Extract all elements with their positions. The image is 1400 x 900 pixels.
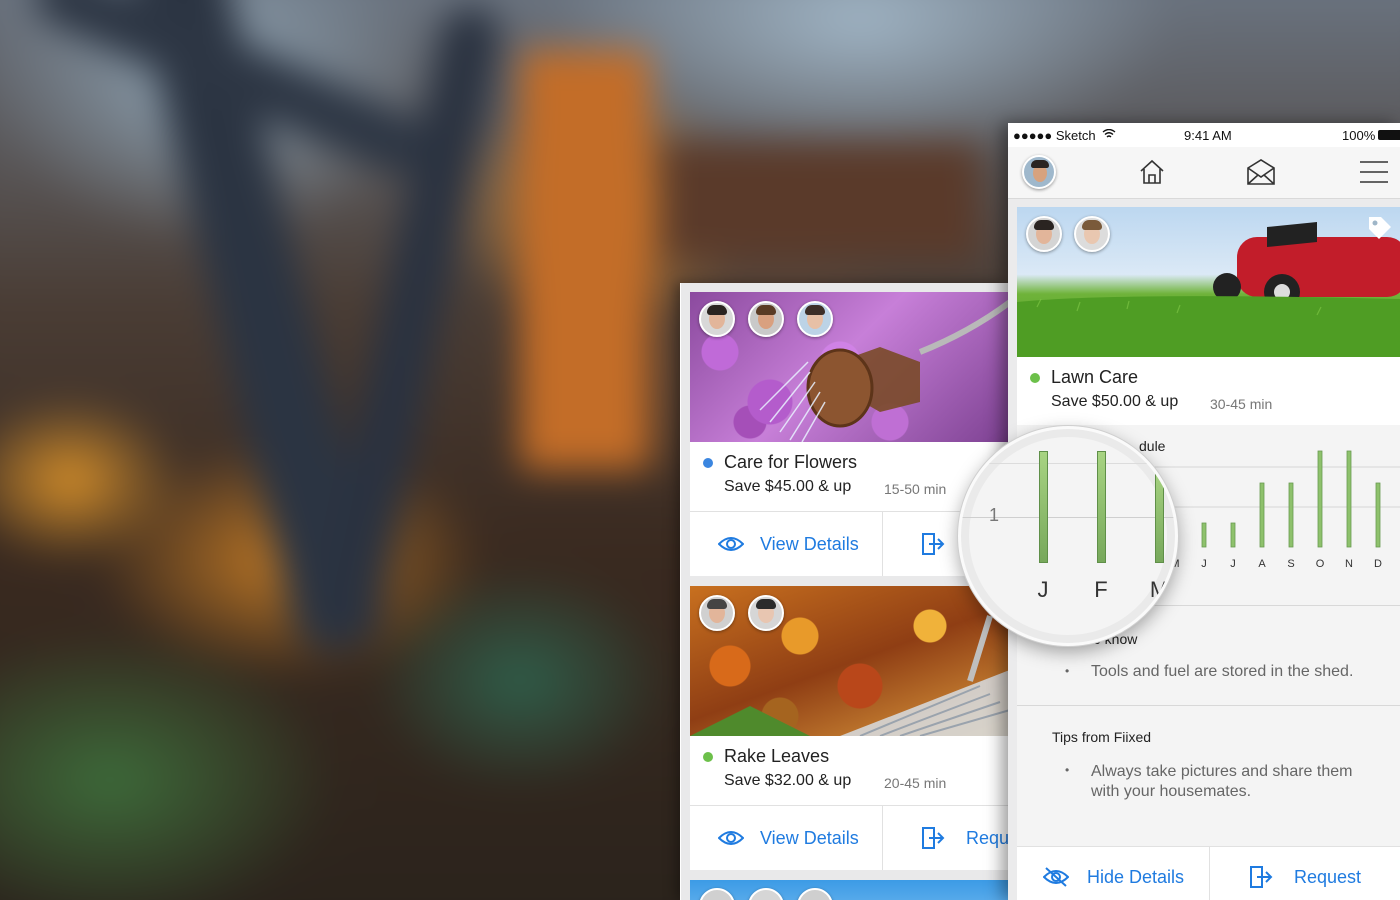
request-button[interactable]: Requ bbox=[920, 806, 1008, 870]
magnified-bars: JFM bbox=[961, 429, 1175, 643]
magnified-bar-1 bbox=[1097, 451, 1106, 563]
status-dot bbox=[1030, 373, 1040, 383]
hide-details-button[interactable]: Hide Details bbox=[1043, 847, 1184, 900]
avatar[interactable] bbox=[797, 301, 833, 337]
request-button[interactable]: Request bbox=[1248, 847, 1361, 900]
avatar[interactable] bbox=[699, 888, 735, 900]
battery-icon bbox=[1378, 130, 1400, 140]
card-actions: View Details Requ bbox=[690, 805, 1008, 870]
profile-avatar[interactable] bbox=[1022, 155, 1056, 189]
magnified-month-label: J bbox=[1037, 577, 1049, 602]
divider bbox=[882, 806, 883, 870]
status-dot bbox=[703, 752, 713, 762]
view-details-label: View Details bbox=[760, 533, 859, 554]
clock: 9:41 AM bbox=[1184, 128, 1232, 143]
menu-icon[interactable] bbox=[1360, 161, 1388, 183]
magnified-month-label: F bbox=[1094, 577, 1108, 602]
magnified-month-label: M bbox=[1149, 577, 1169, 602]
detail-actions: Hide Details Request bbox=[1017, 846, 1400, 900]
hide-details-label: Hide Details bbox=[1087, 866, 1185, 887]
month-label: A bbox=[1258, 558, 1266, 570]
battery-percent: 100% bbox=[1342, 128, 1376, 143]
avatar[interactable] bbox=[748, 301, 784, 337]
task-title: Care for Flowers bbox=[724, 452, 858, 472]
request-icon bbox=[922, 533, 945, 555]
month-label: S bbox=[1287, 558, 1294, 570]
avatar[interactable] bbox=[1026, 216, 1062, 252]
magnified-bar-0 bbox=[1039, 451, 1048, 563]
view-details-button[interactable]: View Details bbox=[718, 512, 859, 576]
divider bbox=[1017, 705, 1400, 706]
month-label: N bbox=[1345, 558, 1353, 570]
tips-title: Tips from Fiixed bbox=[1052, 729, 1152, 745]
task-duration: 15-50 min bbox=[884, 481, 947, 497]
task-title: Lawn Care bbox=[1051, 367, 1139, 387]
month-label: J bbox=[1201, 558, 1207, 570]
chart-magnifier: 1 JFM bbox=[958, 426, 1178, 646]
task-duration: 20-45 min bbox=[884, 775, 947, 791]
avatar[interactable] bbox=[797, 888, 833, 900]
watering-can-illustration bbox=[759, 299, 1008, 442]
status-bar: ●●●●● Sketch 9:41 AM 100% bbox=[1008, 123, 1400, 147]
chart-bar-7 bbox=[1259, 482, 1265, 548]
lawn-photo bbox=[1017, 207, 1400, 357]
carrier-label: ●●●●● Sketch bbox=[1013, 128, 1096, 143]
avatar[interactable] bbox=[748, 888, 784, 900]
task-title: Rake Leaves bbox=[724, 746, 830, 766]
wifi-icon bbox=[1102, 129, 1116, 138]
avatar[interactable] bbox=[699, 301, 735, 337]
tips-item: Always take pictures and share them with… bbox=[1091, 763, 1353, 800]
chart-bar-6 bbox=[1230, 522, 1236, 548]
avatar[interactable] bbox=[699, 595, 735, 631]
divider bbox=[1209, 847, 1210, 900]
task-duration: 30-45 min bbox=[1210, 396, 1273, 412]
month-label: D bbox=[1374, 558, 1382, 570]
task-list-screen: Care for Flowers Save $45.00 & up 15-50 … bbox=[680, 283, 1008, 900]
request-button[interactable] bbox=[920, 512, 946, 576]
chart-bar-9 bbox=[1317, 450, 1323, 548]
task-price: Save $45.00 & up bbox=[724, 478, 852, 495]
eye-icon bbox=[718, 537, 744, 551]
month-label: J bbox=[1230, 558, 1236, 570]
request-label: Request bbox=[1294, 866, 1362, 887]
task-price: Save $50.00 & up bbox=[1051, 393, 1179, 410]
magnified-bar-2 bbox=[1155, 465, 1164, 563]
nav-bar bbox=[1008, 147, 1400, 199]
tag-icon[interactable] bbox=[1367, 215, 1393, 241]
divider bbox=[882, 512, 883, 576]
avatar[interactable] bbox=[748, 595, 784, 631]
eye-icon bbox=[718, 831, 744, 845]
mail-icon[interactable] bbox=[1246, 158, 1276, 186]
chart-bar-10 bbox=[1346, 450, 1352, 548]
request-icon bbox=[1250, 866, 1273, 888]
month-label: O bbox=[1316, 558, 1325, 570]
bullet-dot: • bbox=[1065, 664, 1070, 678]
chart-bar-11 bbox=[1375, 482, 1381, 548]
task-summary: Lawn Care Save $50.00 & up 30-45 min bbox=[1017, 357, 1400, 425]
view-details-button[interactable]: View Details bbox=[718, 806, 859, 870]
flowers-photo bbox=[690, 292, 1008, 442]
home-icon[interactable] bbox=[1138, 158, 1166, 186]
request-icon bbox=[922, 827, 945, 849]
chart-bar-8 bbox=[1288, 482, 1294, 548]
task-price: Save $32.00 & up bbox=[724, 772, 852, 789]
good-to-know-item: Tools and fuel are stored in the shed. bbox=[1091, 663, 1354, 680]
chart-bar-5 bbox=[1201, 522, 1207, 548]
avatar[interactable] bbox=[1074, 216, 1110, 252]
task-card-peek[interactable] bbox=[690, 880, 1008, 900]
eye-off-icon bbox=[1043, 867, 1069, 887]
view-details-label: View Details bbox=[760, 827, 859, 848]
request-label: Requ bbox=[966, 827, 1008, 848]
bullet-dot: • bbox=[1065, 763, 1070, 777]
status-dot bbox=[703, 458, 713, 468]
